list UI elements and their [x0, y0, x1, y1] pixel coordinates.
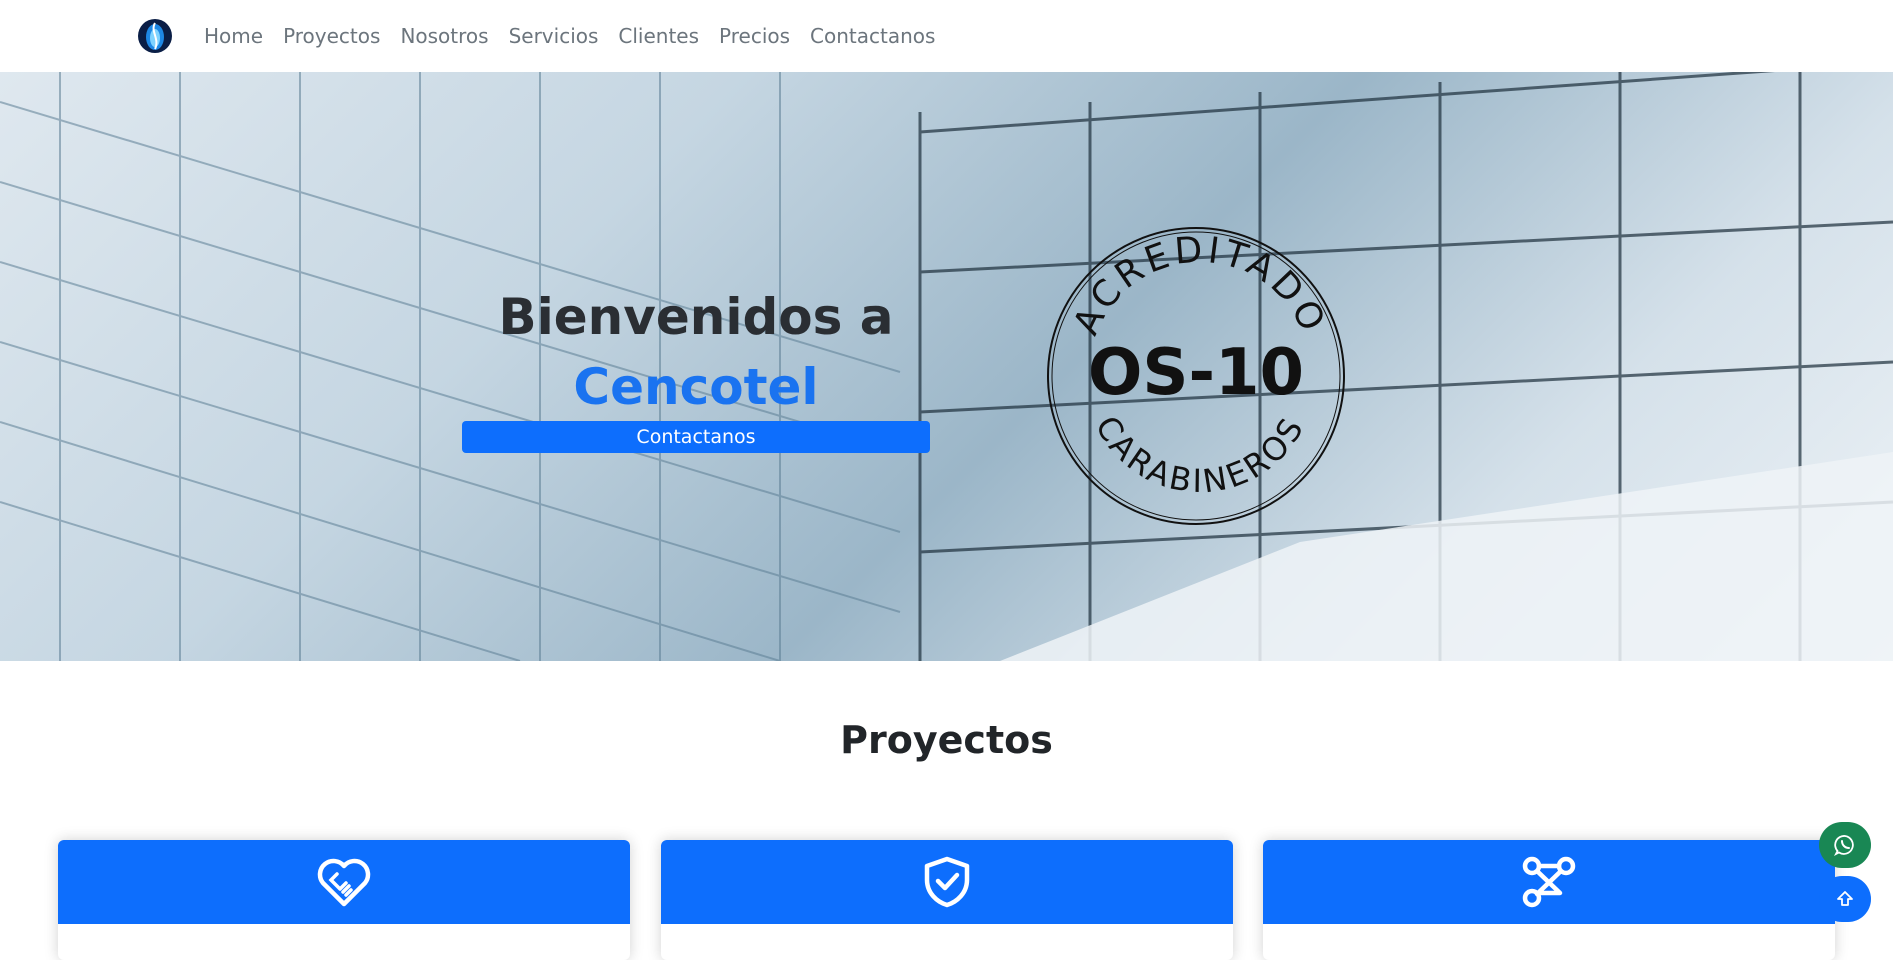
nav-link-precios[interactable]: Precios	[719, 24, 790, 48]
scroll-to-top-button[interactable]	[1819, 876, 1871, 922]
arrow-up-icon	[1837, 891, 1853, 906]
glass-building-background	[0, 72, 1893, 661]
project-card[interactable]	[661, 840, 1233, 960]
seal-bottom-text: CARABINEROS	[1088, 409, 1313, 500]
hero-brand-name: Cencotel	[573, 358, 819, 416]
cencotel-logo-icon[interactable]	[136, 17, 174, 55]
projects-section-title: Proyectos	[840, 718, 1053, 762]
project-card-header	[1263, 840, 1835, 924]
nav-link-nosotros[interactable]: Nosotros	[400, 24, 488, 48]
whatsapp-button[interactable]	[1819, 822, 1871, 868]
project-card[interactable]	[58, 840, 630, 960]
nav-link-proyectos[interactable]: Proyectos	[283, 24, 380, 48]
project-card[interactable]	[1263, 840, 1835, 960]
main-nav: Home Proyectos Nosotros Servicios Client…	[204, 0, 955, 72]
project-card-header	[661, 840, 1233, 924]
shield-check-icon	[924, 856, 970, 908]
connections-icon	[1522, 856, 1576, 908]
hero-banner: Bienvenidos a Cencotel Contactanos ACRED…	[0, 72, 1893, 661]
nav-link-contactanos[interactable]: Contactanos	[810, 24, 935, 48]
navbar: Home Proyectos Nosotros Servicios Client…	[0, 0, 1893, 72]
heart-handshake-icon	[317, 858, 371, 907]
os10-accreditation-seal: ACREDITADO OS-10 CARABINEROS	[1047, 227, 1345, 525]
hero-title: Bienvenidos a	[498, 288, 894, 346]
nav-link-home[interactable]: Home	[204, 24, 263, 48]
hero-contact-button[interactable]: Contactanos	[462, 421, 930, 453]
project-card-header	[58, 840, 630, 924]
seal-top-text: ACREDITADO	[1066, 229, 1334, 341]
whatsapp-icon	[1834, 835, 1854, 856]
nav-link-clientes[interactable]: Clientes	[618, 24, 699, 48]
nav-link-servicios[interactable]: Servicios	[509, 24, 599, 48]
seal-center-text: OS-10	[1088, 336, 1304, 410]
